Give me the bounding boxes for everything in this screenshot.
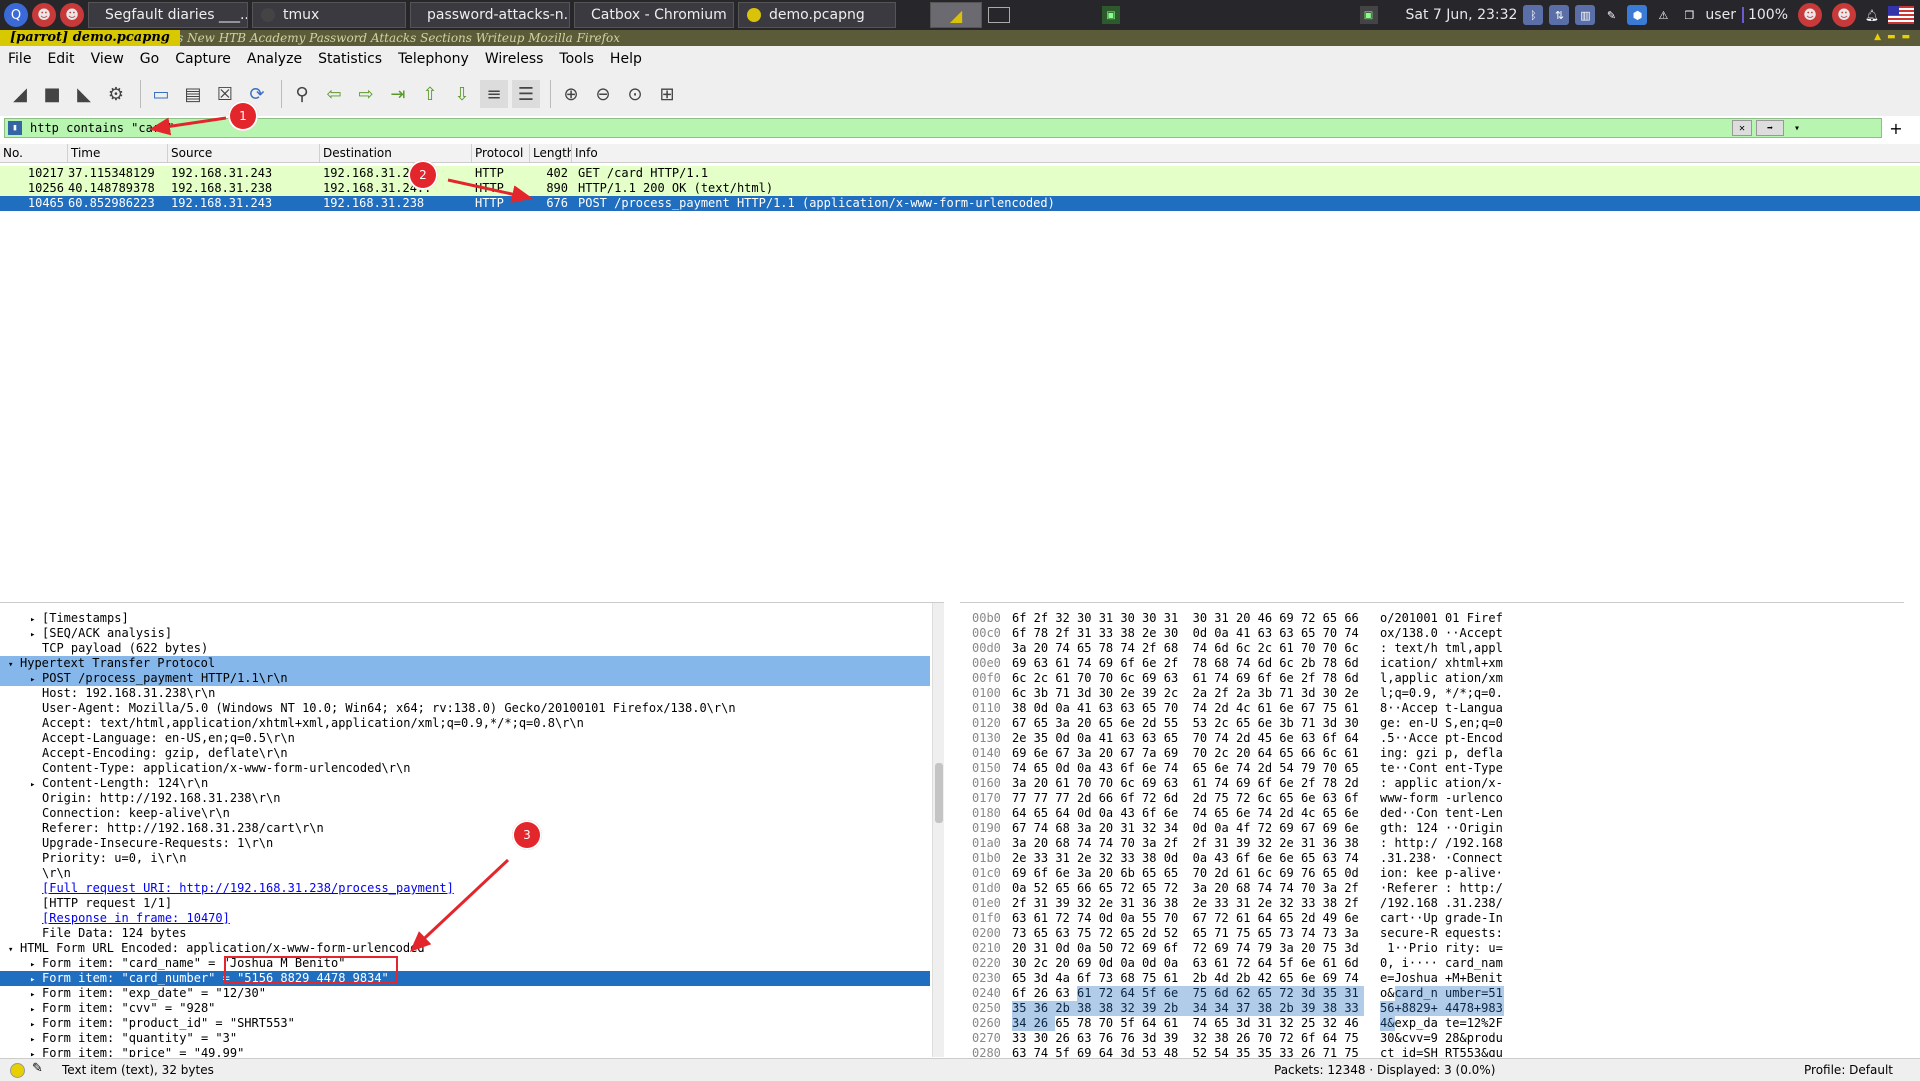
annotation-badge-2: 2	[408, 160, 438, 190]
annotation-arrow-1	[149, 116, 227, 136]
annotation-badge-1: 1	[228, 101, 258, 131]
annotation-arrow-2	[447, 178, 533, 203]
annotation-arrows	[149, 116, 533, 953]
annotation-arrow-3	[409, 858, 510, 953]
annotation-badge-3: 3	[512, 820, 542, 850]
annotation-highlight-box	[224, 956, 398, 984]
